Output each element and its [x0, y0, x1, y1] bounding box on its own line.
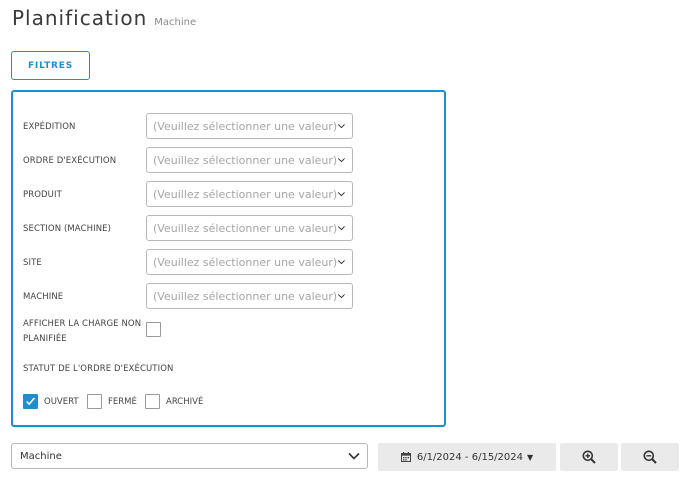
date-range-value: 6/1/2024 - 6/15/2024	[416, 451, 523, 463]
select-placeholder: (Veuillez sélectionner une valeur)	[153, 255, 338, 269]
select-placeholder: (Veuillez sélectionner une valeur)	[153, 119, 338, 133]
chevron-down-icon	[338, 124, 346, 129]
zoom-out-icon	[643, 450, 657, 464]
chevron-down-icon	[348, 452, 360, 460]
select-placeholder: (Veuillez sélectionner une valeur)	[153, 153, 338, 167]
product-select[interactable]: (Veuillez sélectionner une valeur)	[146, 181, 353, 207]
field-label-expedition: EXPÉDITION	[23, 122, 76, 132]
zoom-in-button[interactable]	[560, 443, 618, 471]
unplanned-load-checkbox[interactable]	[146, 322, 161, 337]
status-open-label: OUVERT	[44, 397, 79, 407]
field-label-product: PRODUIT	[23, 190, 62, 200]
chevron-down-icon	[338, 158, 346, 163]
machine-select[interactable]: (Veuillez sélectionner une valeur)	[146, 283, 353, 309]
filters-button[interactable]: FILTRES	[11, 51, 90, 80]
page-header: Planification Machine	[12, 6, 196, 30]
field-label-site: SITE	[23, 258, 42, 268]
field-label-machine: MACHINE	[23, 292, 64, 302]
section-select[interactable]: (Veuillez sélectionner une valeur)	[146, 215, 353, 241]
status-closed-checkbox[interactable]	[87, 394, 102, 409]
chevron-down-icon	[338, 260, 346, 265]
select-placeholder: (Veuillez sélectionner une valeur)	[153, 221, 338, 235]
date-range-button[interactable]: 6/1/2024 - 6/15/2024 ▼	[378, 443, 556, 471]
field-label-section: SECTION (MACHINE)	[23, 224, 112, 234]
expedition-select[interactable]: (Veuillez sélectionner une valeur)	[146, 113, 353, 139]
page-subtitle: Machine	[154, 17, 197, 28]
zoom-out-button[interactable]	[621, 443, 679, 471]
filters-panel: EXPÉDITION (Veuillez sélectionner une va…	[11, 90, 446, 427]
status-archived-label: ARCHIVÉ	[166, 397, 204, 407]
status-closed-label: FERMÉ	[108, 397, 137, 407]
chevron-down-icon	[338, 192, 346, 197]
status-archived-checkbox[interactable]	[145, 394, 160, 409]
unplanned-load-label-line1: AFFICHER LA CHARGE NON	[23, 319, 142, 329]
execution-order-select[interactable]: (Veuillez sélectionner une valeur)	[146, 147, 353, 173]
calendar-icon	[400, 452, 411, 462]
chevron-down-icon	[338, 226, 346, 231]
view-select[interactable]: Machine	[11, 443, 368, 469]
zoom-in-icon	[582, 450, 596, 464]
status-open-checkbox[interactable]	[23, 394, 38, 409]
checkmark-icon	[26, 397, 35, 406]
select-placeholder: (Veuillez sélectionner une valeur)	[153, 289, 338, 303]
status-label: STATUT DE L'ORDRE D'EXÉCUTION	[23, 364, 174, 374]
unplanned-load-label-line2: PLANIFIÉE	[23, 334, 67, 344]
chevron-down-icon	[338, 294, 346, 299]
field-label-execution-order: ORDRE D'EXÉCUTION	[23, 156, 117, 166]
caret-down-icon: ▼	[527, 452, 534, 462]
view-select-value: Machine	[20, 450, 62, 462]
page-title: Planification	[12, 6, 148, 30]
site-select[interactable]: (Veuillez sélectionner une valeur)	[146, 249, 353, 275]
select-placeholder: (Veuillez sélectionner une valeur)	[153, 187, 338, 201]
